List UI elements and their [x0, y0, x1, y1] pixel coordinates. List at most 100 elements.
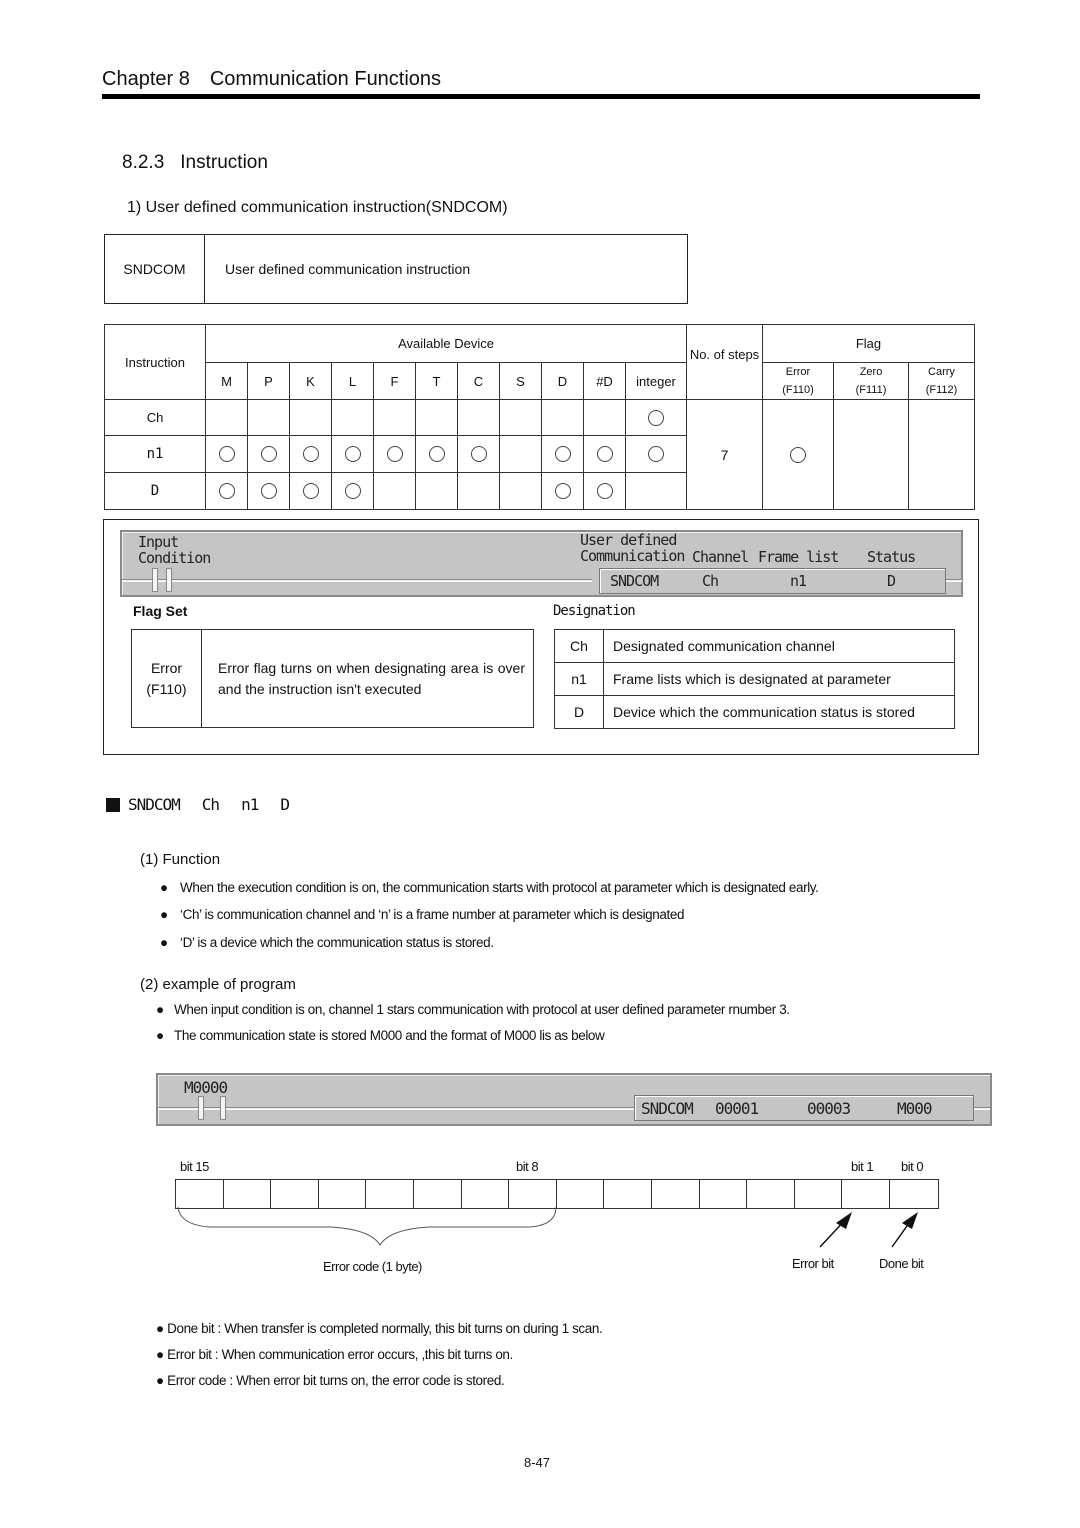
- ladder-diagram: Input Condition User defined Communicati…: [120, 530, 963, 597]
- device-cell: [331, 435, 374, 473]
- operand-description: Device which the communication status is…: [603, 695, 955, 729]
- operand-cell: D: [104, 472, 206, 510]
- bullet-text: When the execution condition is on, the …: [180, 880, 819, 895]
- bit-cell: [795, 1180, 843, 1208]
- circle-mark-icon: [554, 483, 571, 500]
- device-col-header: M: [205, 362, 248, 400]
- device-cell: [625, 399, 687, 436]
- instr-mnemonic: SNDCOM: [641, 1098, 694, 1118]
- device-col-header: K: [289, 362, 332, 400]
- device-cell: [415, 399, 458, 436]
- designation-title: Designation: [553, 603, 636, 619]
- device-cell: [583, 472, 626, 510]
- table-row: Error (F110) Error flag turns on when de…: [131, 629, 534, 728]
- done-bit-arrowhead: [902, 1212, 918, 1229]
- function-heading: (1) Function: [140, 851, 221, 868]
- instruction-box: SNDCOM 00001 00003 M000: [634, 1095, 974, 1121]
- bullet-text: ‘Ch’ is communication channel and ‘n’ is…: [180, 907, 685, 922]
- flag-code: (F110): [146, 680, 187, 697]
- bit-cell: [509, 1180, 557, 1208]
- instr-op-ch: Ch: [702, 571, 719, 590]
- circle-mark-icon: [302, 446, 319, 463]
- circle-mark-icon: [260, 446, 277, 463]
- note-text: Error bit : When communication error occ…: [167, 1347, 513, 1362]
- section-heading: 8.2.3 Instruction: [122, 152, 268, 174]
- device-cell: [289, 472, 332, 510]
- note-text: Done bit : When transfer is completed no…: [167, 1321, 603, 1336]
- flag-name: Carry: [928, 366, 955, 378]
- bullet-icon: ●: [160, 880, 168, 895]
- bit-cell: [462, 1180, 510, 1208]
- device-cell: [625, 472, 687, 510]
- device-cell: [499, 472, 542, 510]
- device-cell: [289, 399, 332, 436]
- device-cell: [541, 399, 584, 436]
- input-label-2: Condition: [138, 549, 211, 567]
- note-item: ● Done bit : When transfer is completed …: [156, 1321, 603, 1336]
- steps-cell: 7: [686, 399, 763, 510]
- flag-description: Error flag turns on when designating are…: [201, 629, 534, 728]
- channel-label: Channel: [692, 548, 749, 566]
- instr-op-n1: n1: [790, 571, 807, 590]
- operand: Ch: [554, 629, 604, 663]
- bullet-text: When input condition is on, channel 1 st…: [174, 1002, 790, 1017]
- note-item: ● Error code : When error bit turns on, …: [156, 1373, 505, 1388]
- device-col-header: integer: [625, 362, 687, 400]
- power-rail: [158, 1107, 634, 1110]
- frame-list-label: Frame list: [758, 548, 839, 566]
- flag-cell: [762, 399, 834, 510]
- flag-name: Zero: [859, 366, 883, 378]
- device-cell: [457, 472, 500, 510]
- contact-left: [152, 568, 158, 592]
- bit-cell: [842, 1180, 890, 1208]
- flag-name: Error: [785, 366, 811, 378]
- circle-mark-icon: [386, 446, 403, 463]
- flag-name: Error: [150, 659, 183, 676]
- flag-cell: Error (F110): [131, 629, 202, 728]
- device-cell: [415, 472, 458, 510]
- bit-cell: [366, 1180, 414, 1208]
- bullet-icon: ●: [156, 1028, 164, 1043]
- flag-cell: [833, 399, 909, 510]
- mnemonic-description: User defined communication instruction: [225, 261, 471, 277]
- device-col-header: P: [247, 362, 290, 400]
- power-rail-end: [974, 1107, 990, 1110]
- error-bit-label: Error bit: [792, 1256, 834, 1271]
- syntax-op3: D: [280, 795, 290, 814]
- instr-op3: M000: [897, 1098, 933, 1118]
- list-item: ● When input condition is on, channel 1 s…: [156, 1002, 790, 1017]
- circle-mark-icon: [596, 446, 613, 463]
- flag-code: (F110): [782, 384, 814, 396]
- power-rail-end: [946, 579, 962, 582]
- section-number: 8.2.3: [122, 152, 165, 173]
- device-cell: [373, 435, 416, 473]
- syntax-op1: Ch: [201, 795, 220, 814]
- device-cell: [205, 472, 248, 510]
- section-title: Instruction: [180, 152, 268, 173]
- bit1-label: bit 1: [851, 1159, 874, 1174]
- bit-cell: [652, 1180, 700, 1208]
- contact-right: [220, 1096, 226, 1120]
- instr-op-d: D: [887, 571, 896, 590]
- operand-description: Frame lists which is designated at param…: [603, 662, 955, 696]
- square-bullet-icon: [106, 797, 120, 812]
- circle-mark-icon: [648, 446, 664, 463]
- circle-mark-icon: [302, 483, 319, 500]
- bit8-label: bit 8: [516, 1159, 539, 1174]
- device-cell: [583, 399, 626, 436]
- instr-op1: 00001: [715, 1098, 759, 1118]
- device-cell: [289, 435, 332, 473]
- communication-label: Communication: [580, 547, 685, 565]
- instr-op2: 00003: [807, 1098, 851, 1118]
- done-bit-label: Done bit: [879, 1256, 924, 1271]
- list-item: ● The communication state is stored M000 …: [156, 1028, 605, 1043]
- device-cell: [541, 472, 584, 510]
- bit-cell: [700, 1180, 748, 1208]
- bit-cell: [890, 1180, 938, 1208]
- device-col-header: S: [499, 362, 542, 400]
- note-item: ● Error bit : When communication error o…: [156, 1347, 513, 1362]
- subsection-heading: 1) User defined communication instructio…: [127, 199, 508, 216]
- bit-cell: [747, 1180, 795, 1208]
- circle-mark-icon: [470, 446, 487, 463]
- circle-mark-icon: [344, 446, 361, 463]
